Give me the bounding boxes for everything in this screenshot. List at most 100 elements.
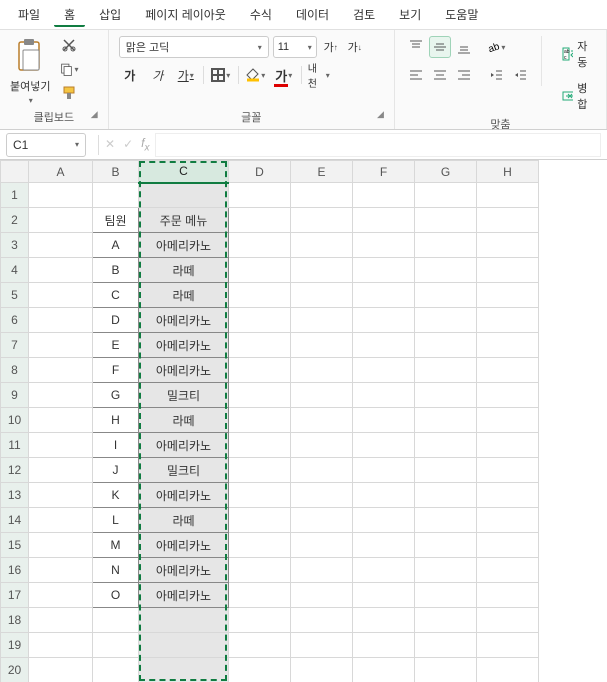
cell[interactable]	[415, 433, 477, 458]
cell[interactable]	[229, 258, 291, 283]
cell[interactable]	[29, 433, 93, 458]
dialog-launcher-icon[interactable]: ◢	[377, 109, 384, 120]
cell[interactable]	[291, 508, 353, 533]
dialog-launcher-icon[interactable]: ◢	[91, 109, 98, 120]
grow-font-button[interactable]: 가↑	[321, 37, 341, 57]
cell[interactable]	[353, 583, 415, 608]
cell[interactable]	[229, 483, 291, 508]
cell[interactable]	[291, 558, 353, 583]
sheet-grid[interactable]: ABCDEFGH 12팀원주문 메뉴3A아메리카노4B라떼5C라떼6D아메리카노…	[0, 160, 607, 682]
cell[interactable]	[291, 283, 353, 308]
cell[interactable]	[477, 333, 539, 358]
cell[interactable]	[477, 183, 539, 208]
cell[interactable]	[415, 633, 477, 658]
cell[interactable]	[291, 258, 353, 283]
cell[interactable]: N	[93, 558, 139, 583]
cell[interactable]	[415, 383, 477, 408]
cell[interactable]	[353, 658, 415, 682]
cell[interactable]	[229, 358, 291, 383]
cell[interactable]: 아메리카노	[139, 433, 229, 458]
cell[interactable]	[415, 258, 477, 283]
cell[interactable]: 라떼	[139, 408, 229, 433]
cell[interactable]	[29, 583, 93, 608]
cell[interactable]: C	[93, 283, 139, 308]
cell[interactable]	[93, 608, 139, 633]
cell[interactable]	[415, 333, 477, 358]
cell[interactable]: 아메리카노	[139, 233, 229, 258]
cell[interactable]	[415, 358, 477, 383]
row-header[interactable]: 19	[1, 633, 29, 658]
cell[interactable]	[353, 333, 415, 358]
cell[interactable]	[29, 258, 93, 283]
cell[interactable]	[415, 583, 477, 608]
font-color-button[interactable]: 가▾	[273, 64, 295, 86]
cell[interactable]	[415, 483, 477, 508]
cell[interactable]	[229, 608, 291, 633]
cancel-formula-button[interactable]: ✕	[105, 137, 115, 151]
cell[interactable]: 아메리카노	[139, 558, 229, 583]
copy-button[interactable]: ▾	[60, 60, 78, 78]
cell[interactable]	[229, 383, 291, 408]
cell[interactable]	[291, 658, 353, 682]
cell[interactable]: 라떼	[139, 283, 229, 308]
merge-button[interactable]: 병합	[558, 78, 596, 114]
cell[interactable]	[353, 408, 415, 433]
cell[interactable]	[353, 283, 415, 308]
row-header[interactable]: 16	[1, 558, 29, 583]
select-all-corner[interactable]	[1, 161, 29, 183]
fx-button[interactable]: fx	[141, 136, 149, 153]
cell[interactable]	[353, 183, 415, 208]
cell[interactable]	[477, 283, 539, 308]
row-header[interactable]: 11	[1, 433, 29, 458]
cell[interactable]	[291, 233, 353, 258]
cell[interactable]: H	[93, 408, 139, 433]
row-header[interactable]: 10	[1, 408, 29, 433]
cell[interactable]	[477, 608, 539, 633]
cell[interactable]	[229, 633, 291, 658]
cell[interactable]: I	[93, 433, 139, 458]
cell[interactable]	[29, 208, 93, 233]
menu-help[interactable]: 도움말	[435, 2, 488, 27]
cell[interactable]: 아메리카노	[139, 333, 229, 358]
row-header[interactable]: 18	[1, 608, 29, 633]
cell[interactable]	[353, 608, 415, 633]
cell[interactable]	[29, 558, 93, 583]
increase-indent-button[interactable]	[509, 64, 531, 86]
cell[interactable]	[353, 558, 415, 583]
cell[interactable]	[29, 283, 93, 308]
cell[interactable]	[477, 658, 539, 682]
row-header[interactable]: 2	[1, 208, 29, 233]
column-header-E[interactable]: E	[291, 161, 353, 183]
cell[interactable]	[29, 233, 93, 258]
cell[interactable]	[415, 308, 477, 333]
font-size-select[interactable]: 11 ▾	[273, 36, 317, 58]
column-header-D[interactable]: D	[229, 161, 291, 183]
cell[interactable]	[353, 258, 415, 283]
row-header[interactable]: 6	[1, 308, 29, 333]
cell[interactable]	[229, 558, 291, 583]
cell[interactable]	[477, 433, 539, 458]
cell[interactable]	[353, 308, 415, 333]
row-header[interactable]: 7	[1, 333, 29, 358]
cell[interactable]	[291, 633, 353, 658]
row-header[interactable]: 15	[1, 533, 29, 558]
row-header[interactable]: 12	[1, 458, 29, 483]
cell[interactable]	[29, 408, 93, 433]
row-header[interactable]: 13	[1, 483, 29, 508]
column-header-G[interactable]: G	[415, 161, 477, 183]
cell[interactable]	[353, 208, 415, 233]
cell[interactable]	[291, 208, 353, 233]
cell[interactable]	[415, 658, 477, 682]
cell[interactable]	[291, 183, 353, 208]
row-header[interactable]: 5	[1, 283, 29, 308]
align-left-button[interactable]	[405, 64, 427, 86]
cell[interactable]	[415, 183, 477, 208]
cell[interactable]	[477, 408, 539, 433]
cell[interactable]	[139, 183, 229, 208]
paste-button[interactable]: 붙여넣기 ▾	[10, 36, 50, 105]
cell[interactable]	[291, 483, 353, 508]
underline-button[interactable]: 가▾	[175, 64, 197, 86]
cell[interactable]	[29, 508, 93, 533]
cell[interactable]: 아메리카노	[139, 533, 229, 558]
cell[interactable]	[139, 658, 229, 682]
